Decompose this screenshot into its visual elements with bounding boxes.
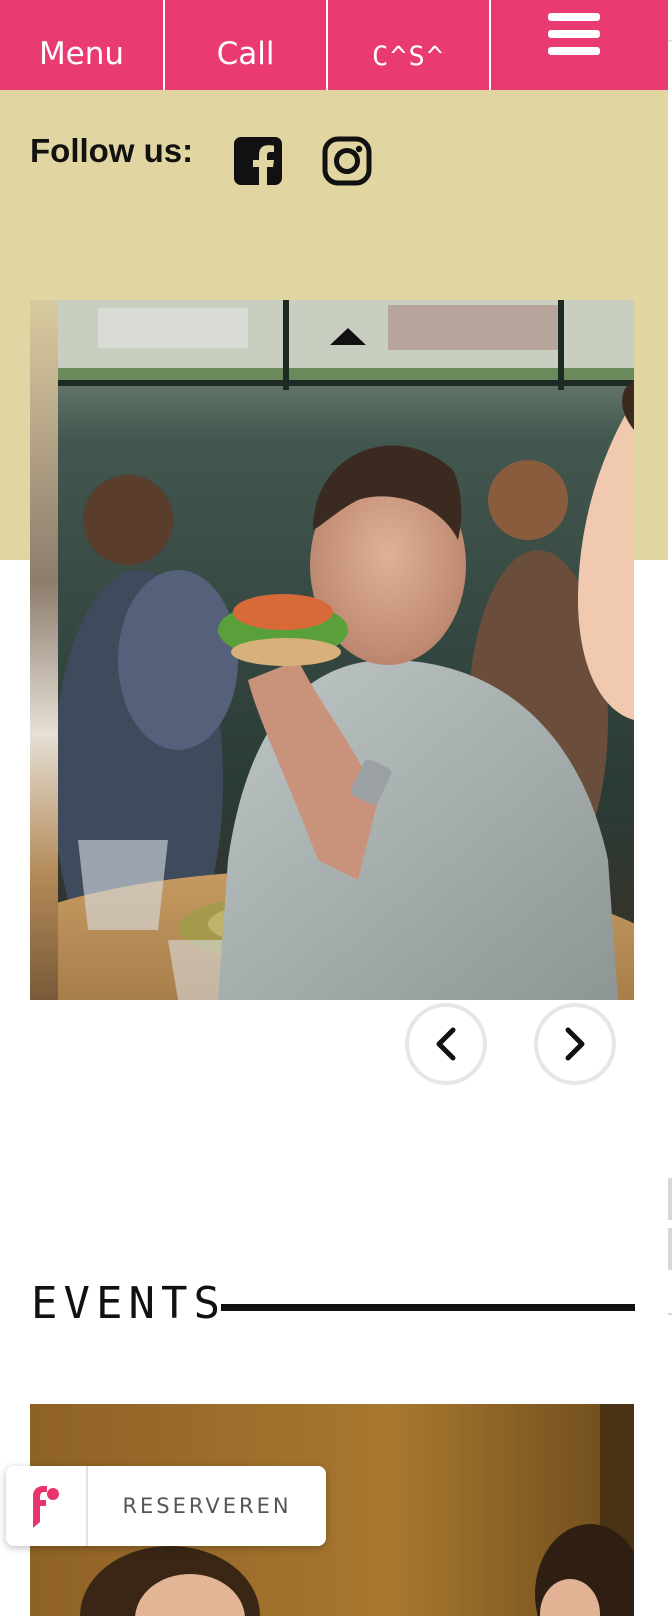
slider-next-button[interactable] xyxy=(534,1003,616,1085)
site-logo[interactable]: C^S^ xyxy=(326,0,489,90)
reserve-button-label[interactable]: RESERVEREN xyxy=(88,1466,326,1546)
facebook-icon[interactable] xyxy=(232,135,284,187)
hamburger-icon xyxy=(548,13,600,55)
top-navigation-bar: Menu Call C^S^ xyxy=(0,0,668,90)
slider-image xyxy=(58,300,634,1000)
instagram-icon[interactable] xyxy=(321,135,373,187)
call-link[interactable]: Call xyxy=(163,0,326,90)
chevron-left-icon xyxy=(436,1027,456,1061)
brand-logo-icon xyxy=(6,1466,88,1546)
edge-fragment xyxy=(668,1178,672,1220)
edge-divider xyxy=(668,40,672,42)
events-heading: EVENTS xyxy=(31,1278,226,1329)
reservation-widget[interactable]: RESERVEREN xyxy=(6,1466,326,1546)
events-divider xyxy=(221,1304,635,1311)
follow-us-label: Follow us: xyxy=(30,132,194,169)
menu-link[interactable]: Menu xyxy=(0,0,163,90)
edge-fragment xyxy=(668,1313,672,1315)
chevron-right-icon xyxy=(565,1027,585,1061)
edge-fragment xyxy=(668,1228,672,1270)
slider-prev-button[interactable] xyxy=(405,1003,487,1085)
hamburger-menu-button[interactable] xyxy=(489,0,657,90)
previous-slide-peek xyxy=(30,300,58,1000)
